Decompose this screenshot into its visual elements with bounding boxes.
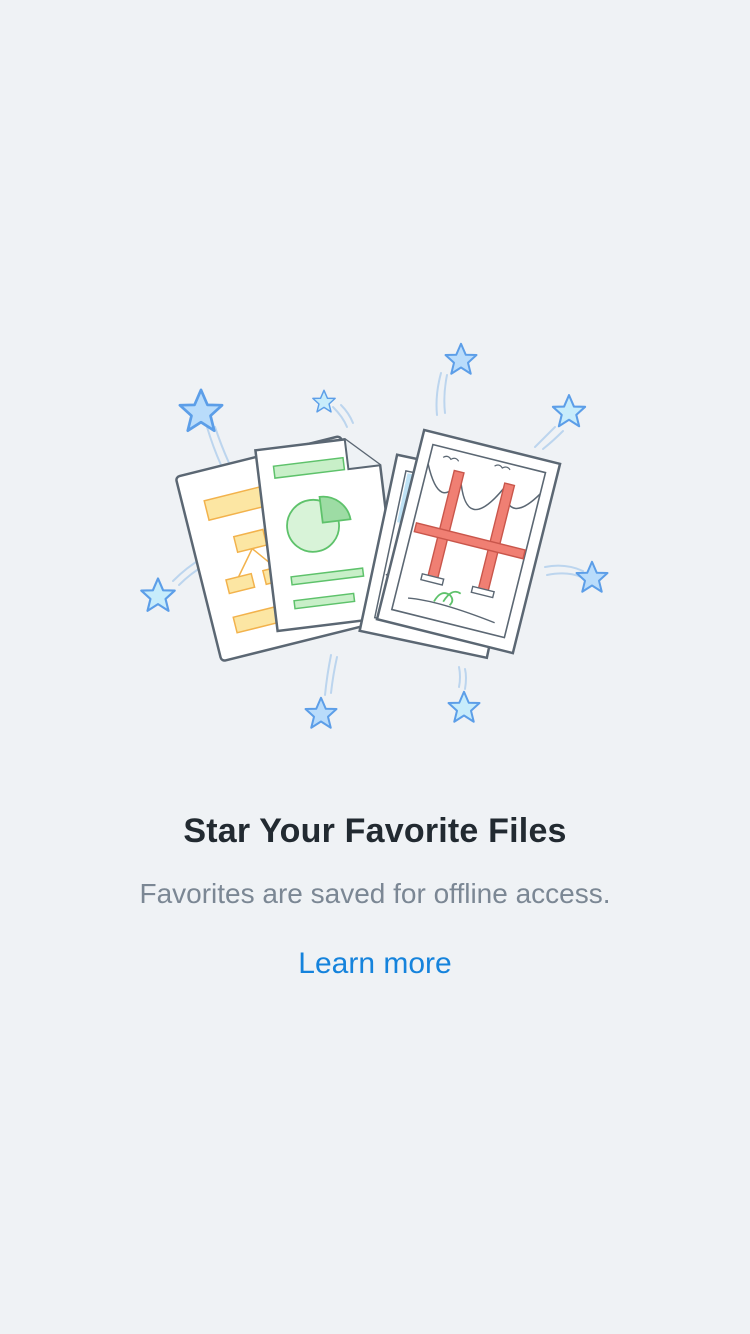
favorites-empty-screen: Star Your Favorite Files Favorites are s…	[0, 0, 750, 1334]
empty-state-title: Star Your Favorite Files	[183, 812, 567, 850]
learn-more-link[interactable]: Learn more	[275, 947, 475, 981]
favorite-files-illustration	[125, 335, 625, 745]
empty-state-subtitle: Favorites are saved for offline access.	[139, 878, 611, 909]
